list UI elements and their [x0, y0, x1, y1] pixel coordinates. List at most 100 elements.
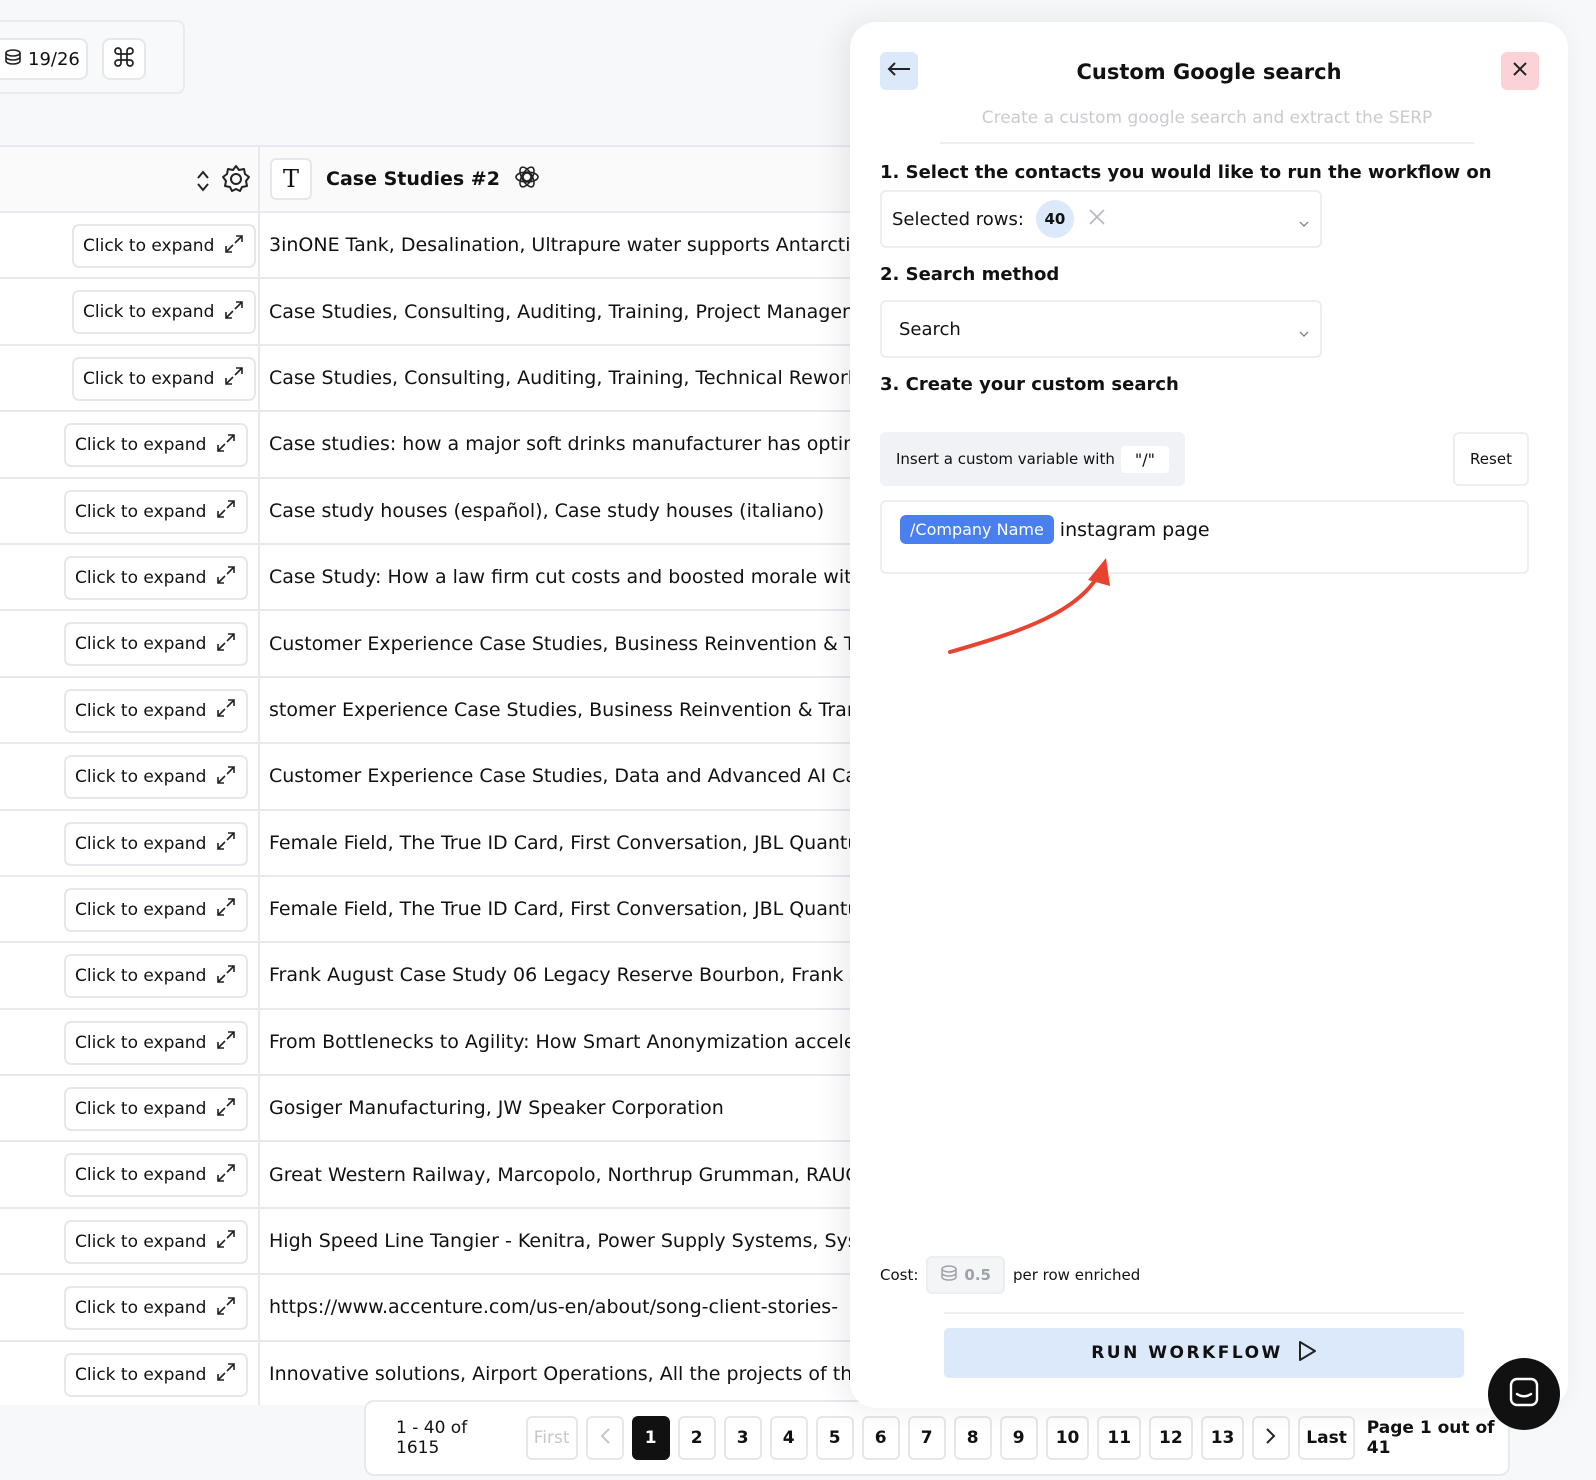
table-row: Click to expand stomer Experience Case St…: [0, 677, 860, 745]
selected-rows-select[interactable]: Selected rows: 40: [880, 190, 1322, 248]
case-studies-cell[interactable]: From Bottlenecks to Agility: How Smart A…: [260, 1010, 860, 1074]
table-row: Click to expand Case Studies, Consulting,…: [0, 345, 860, 413]
expand-label: Click to expand: [75, 1364, 207, 1385]
click-to-expand-button[interactable]: Click to expand: [64, 1286, 249, 1331]
close-icon: [1512, 61, 1528, 81]
credits-progress-chip[interactable]: 19/26: [0, 38, 88, 80]
expand-label: Click to expand: [83, 302, 215, 323]
table-row: Click to expand Female Field, The True ID…: [0, 876, 860, 944]
sort-icon[interactable]: [196, 169, 210, 197]
run-workflow-button[interactable]: RUN WORKFLOW: [944, 1328, 1464, 1378]
click-to-expand-button[interactable]: Click to expand: [64, 821, 249, 866]
query-text: instagram page: [1059, 519, 1210, 541]
page-button[interactable]: 7: [907, 1416, 946, 1460]
command-button[interactable]: [102, 38, 146, 80]
page-button[interactable]: 6: [861, 1416, 900, 1460]
expand-cell: Click to expand: [0, 1275, 260, 1340]
table-body: Click to expand 3inONE Tank, Desalination…: [0, 213, 860, 1405]
case-studies-cell[interactable]: https://www.accenture.com/us-en/about/so…: [260, 1275, 860, 1339]
page-button[interactable]: 10: [1045, 1416, 1090, 1460]
case-studies-cell[interactable]: Case study houses (español), Case study …: [260, 479, 860, 543]
table-row: Click to expand Gosiger Manufacturing, JW…: [0, 1076, 860, 1143]
case-studies-cell[interactable]: 3inONE Tank, Desalination, Ultrapure wat…: [260, 213, 860, 277]
company-name-variable-chip[interactable]: /Company Name: [900, 515, 1054, 544]
gear-icon[interactable]: [220, 163, 252, 199]
case-studies-cell[interactable]: Case Study: How a law firm cut costs and…: [260, 545, 860, 609]
header-cell-previous: [0, 147, 260, 211]
next-page-button[interactable]: [1252, 1416, 1291, 1460]
case-studies-cell[interactable]: Female Field, The True ID Card, First Co…: [260, 811, 860, 875]
page-button[interactable]: 9: [999, 1416, 1038, 1460]
page-button[interactable]: 1: [631, 1416, 670, 1460]
coins-icon: [940, 1264, 958, 1286]
click-to-expand-button[interactable]: Click to expand: [64, 1153, 249, 1198]
click-to-expand-button[interactable]: Click to expand: [72, 290, 257, 335]
click-to-expand-button[interactable]: Click to expand: [72, 356, 257, 401]
page-button[interactable]: 8: [953, 1416, 992, 1460]
text-type-icon[interactable]: T: [270, 158, 312, 200]
page-button[interactable]: 5: [815, 1416, 854, 1460]
click-to-expand-button[interactable]: Click to expand: [64, 622, 249, 667]
expand-label: Click to expand: [75, 833, 207, 854]
run-workflow-label: RUN WORKFLOW: [1091, 1343, 1283, 1363]
case-studies-cell[interactable]: Innovative solutions, Airport Operations…: [260, 1342, 860, 1405]
first-page-button[interactable]: First: [525, 1416, 578, 1460]
click-to-expand-button[interactable]: Click to expand: [64, 555, 249, 600]
last-page-button[interactable]: Last: [1298, 1416, 1355, 1460]
expand-icon: [216, 1030, 236, 1055]
case-studies-cell[interactable]: Case Studies, Consulting, Auditing, Trai…: [260, 279, 860, 343]
clear-selection-icon[interactable]: [1088, 208, 1106, 231]
case-studies-cell[interactable]: Case Studies, Consulting, Auditing, Trai…: [260, 346, 860, 410]
expand-label: Click to expand: [75, 501, 207, 522]
step3-label: 3. Create your custom search: [880, 374, 1179, 395]
click-to-expand-button[interactable]: Click to expand: [72, 224, 257, 268]
click-to-expand-button[interactable]: Click to expand: [64, 1219, 249, 1264]
reset-button[interactable]: Reset: [1453, 432, 1529, 486]
case-studies-cell[interactable]: Customer Experience Case Studies, Data a…: [260, 744, 860, 808]
click-to-expand-button[interactable]: Click to expand: [64, 1020, 249, 1065]
expand-label: Click to expand: [75, 899, 207, 920]
expand-icon: [216, 499, 236, 524]
chat-button[interactable]: [1488, 1358, 1560, 1430]
case-studies-cell[interactable]: Female Field, The True ID Card, First Co…: [260, 877, 860, 941]
page-button[interactable]: 4: [769, 1416, 808, 1460]
click-to-expand-button[interactable]: Click to expand: [64, 887, 249, 932]
expand-label: Click to expand: [83, 368, 215, 389]
page-count-label: Page 1 out of 41: [1366, 1418, 1495, 1458]
expand-icon: [216, 1229, 236, 1254]
click-to-expand-button[interactable]: Click to expand: [64, 489, 249, 534]
expand-cell: Click to expand: [0, 1076, 260, 1141]
openai-icon: [514, 164, 540, 194]
case-studies-cell[interactable]: Gosiger Manufacturing, JW Speaker Corpor…: [260, 1076, 860, 1140]
click-to-expand-button[interactable]: Click to expand: [64, 755, 249, 800]
page-button[interactable]: 12: [1149, 1416, 1193, 1460]
cost-suffix: per row enriched: [1012, 1266, 1141, 1284]
header-cell-case-studies[interactable]: T Case Studies #2: [260, 147, 860, 211]
page-button[interactable]: 13: [1200, 1416, 1245, 1460]
table-row: Click to expand Case study houses (españo…: [0, 478, 860, 545]
case-studies-cell[interactable]: Great Western Railway, Marcopolo, Northr…: [260, 1142, 860, 1206]
case-studies-cell[interactable]: High Speed Line Tangier - Kenitra, Power…: [260, 1209, 860, 1273]
click-to-expand-button[interactable]: Click to expand: [64, 1087, 249, 1132]
expand-cell: Click to expand: [0, 810, 260, 875]
page-button[interactable]: 2: [677, 1416, 716, 1460]
case-studies-cell[interactable]: Frank August Case Study 06 Legacy Reserv…: [260, 943, 860, 1007]
case-studies-cell[interactable]: Customer Experience Case Studies, Busine…: [260, 611, 860, 675]
click-to-expand-button[interactable]: Click to expand: [64, 688, 249, 733]
click-to-expand-button[interactable]: Click to expand: [64, 954, 249, 999]
expand-cell: Click to expand: [0, 1142, 260, 1207]
insert-variable-hint: Insert a custom variable with "/": [880, 432, 1185, 486]
cost-value: 0.5: [964, 1266, 991, 1284]
page-button[interactable]: 11: [1097, 1416, 1142, 1460]
case-studies-cell[interactable]: Case studies: how a major soft drinks ma…: [260, 412, 860, 476]
command-icon: [112, 45, 136, 73]
page-button[interactable]: 3: [723, 1416, 762, 1460]
close-button[interactable]: [1501, 52, 1539, 90]
click-to-expand-button[interactable]: Click to expand: [64, 423, 249, 468]
click-to-expand-button[interactable]: Click to expand: [64, 1352, 249, 1397]
data-table: T Case Studies #2 Click to expand 3inONE …: [0, 145, 860, 1405]
prev-page-button[interactable]: [585, 1416, 624, 1460]
expand-cell: Click to expand: [0, 677, 260, 743]
case-studies-cell[interactable]: stomer Experience Case Studies, Business…: [260, 678, 860, 742]
search-method-select[interactable]: Search: [880, 300, 1322, 358]
